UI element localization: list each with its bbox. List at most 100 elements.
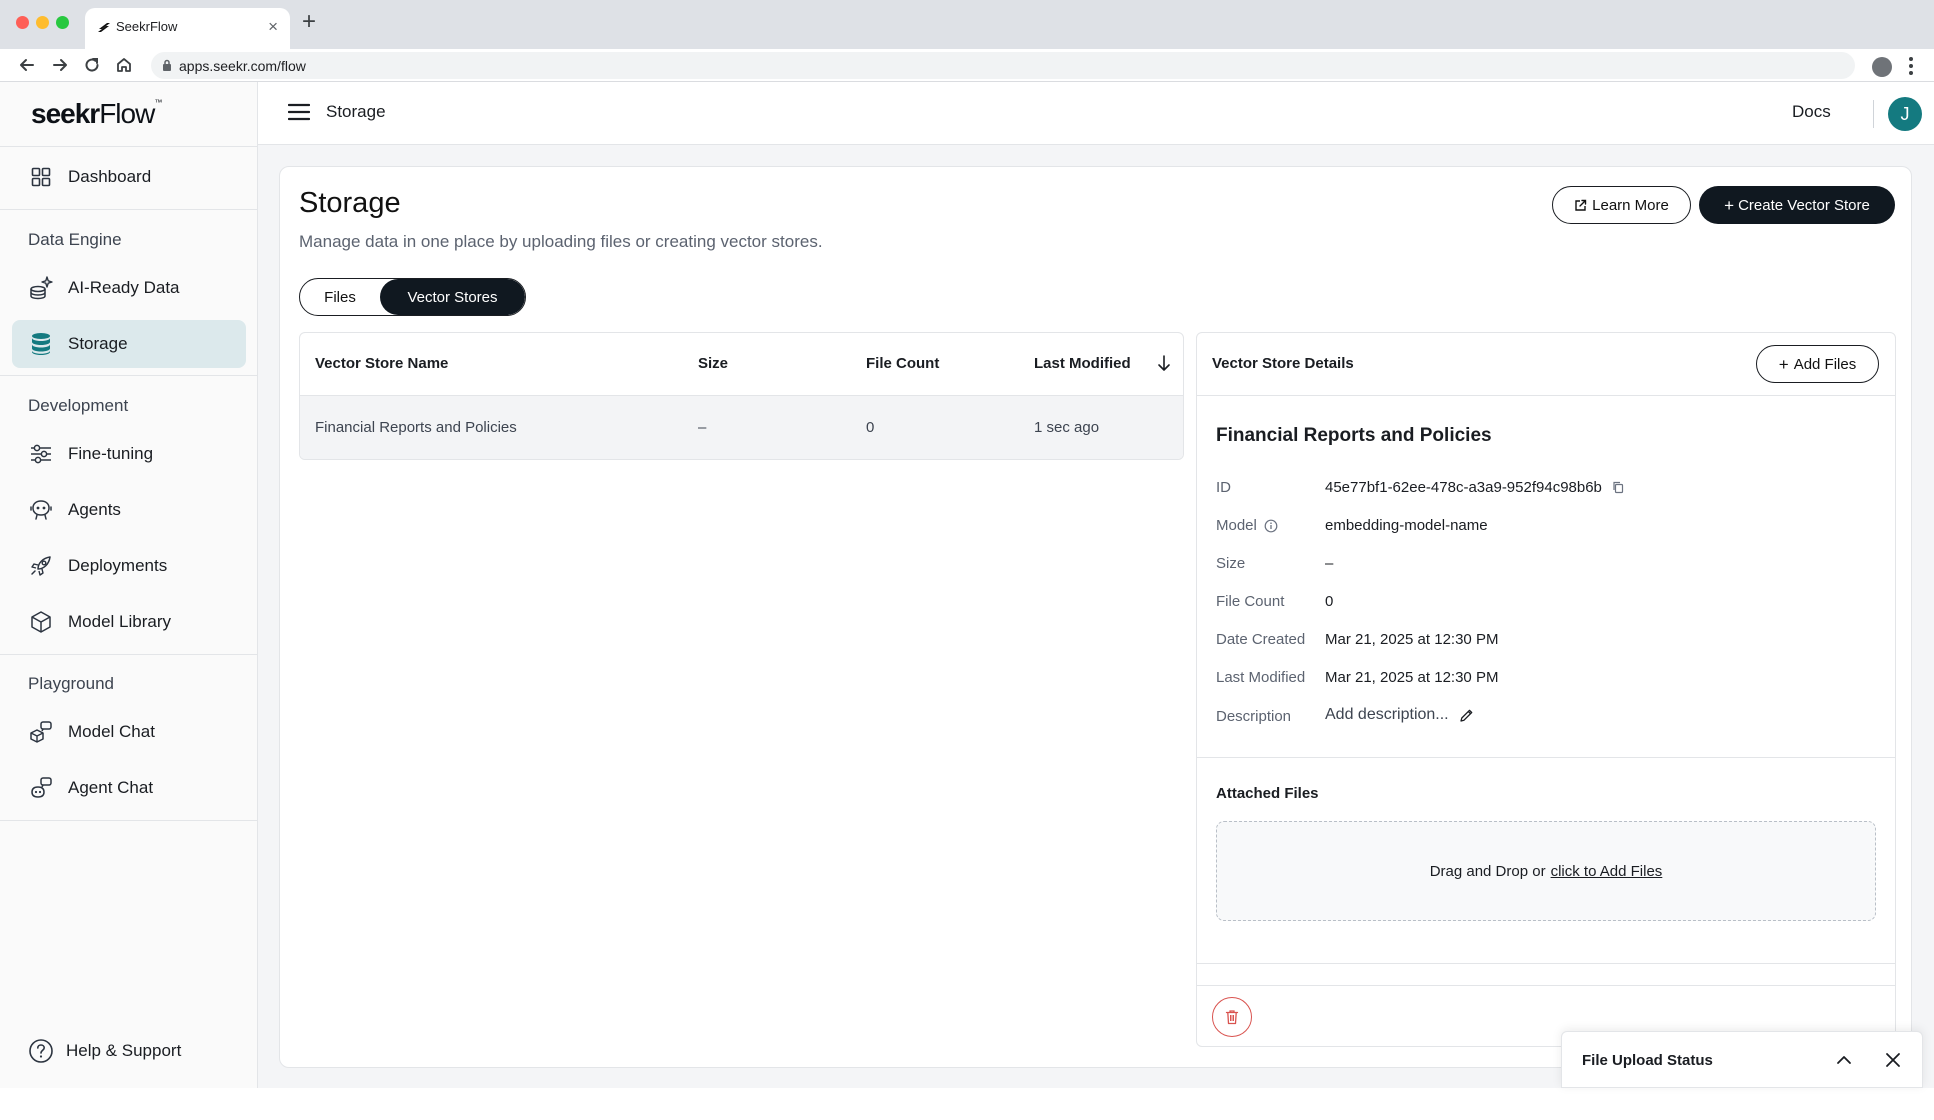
last-modified-value: Mar 21, 2025 at 12:30 PM	[1325, 669, 1499, 686]
cell-size: –	[698, 419, 707, 436]
rocket-icon	[28, 553, 54, 579]
sidebar-item-fine-tuning[interactable]: Fine-tuning	[12, 430, 246, 478]
chevron-up-icon[interactable]	[1835, 1051, 1853, 1069]
seekr-favicon-icon	[97, 21, 111, 33]
user-avatar[interactable]: J	[1888, 97, 1922, 131]
forward-arrow-icon[interactable]	[51, 56, 69, 74]
tab-close-icon[interactable]: ×	[268, 17, 278, 37]
sidebar-item-label: Deployments	[68, 556, 168, 575]
date-created-label: Date Created	[1216, 631, 1306, 648]
back-arrow-icon[interactable]	[18, 56, 36, 74]
file-count-label: File Count	[1216, 593, 1285, 610]
browser-profile-avatar[interactable]	[1872, 57, 1892, 77]
file-count-value: 0	[1325, 593, 1334, 610]
window-minimize-button[interactable]	[36, 16, 49, 29]
breadcrumb: Storage	[326, 102, 386, 121]
description-edit[interactable]: Add description...	[1325, 706, 1474, 724]
sidebar: seekrFlow™ Dashboard Data Engine AI-Read…	[0, 82, 258, 1088]
sidebar-item-ai-ready-data[interactable]: AI-Ready Data	[12, 264, 246, 312]
sidebar-item-label: Agent Chat	[68, 778, 154, 797]
size-label: Size	[1216, 555, 1246, 572]
sort-arrow-down-icon[interactable]	[1157, 355, 1171, 372]
info-icon[interactable]	[1264, 519, 1278, 533]
reload-icon[interactable]	[83, 56, 101, 74]
add-files-label: Add Files	[1793, 355, 1857, 373]
agent-robot-icon	[28, 497, 54, 523]
help-circle-icon	[28, 1038, 54, 1064]
browser-toolbar: apps.seekr.com/flow	[0, 49, 1934, 82]
address-bar[interactable]: apps.seekr.com/flow	[151, 52, 1855, 79]
copy-icon[interactable]	[1612, 481, 1624, 494]
column-header-name[interactable]: Vector Store Name	[315, 355, 448, 372]
table-row[interactable]: Financial Reports and Policies – 0 1 sec…	[300, 396, 1183, 459]
storage-tabs: Files Vector Stores	[299, 278, 526, 316]
plus-icon: +	[1778, 354, 1789, 374]
dropzone-text: Drag and Drop or	[1429, 862, 1546, 880]
details-title: Vector Store Details	[1212, 355, 1354, 372]
column-header-size[interactable]: Size	[698, 355, 728, 372]
column-header-last-modified[interactable]: Last Modified	[1034, 355, 1131, 372]
sidebar-item-model-chat[interactable]: Model Chat	[12, 708, 246, 756]
browser-tab-title: SeekrFlow	[116, 19, 178, 34]
sidebar-item-agents[interactable]: Agents	[12, 486, 246, 534]
pencil-edit-icon[interactable]	[1459, 708, 1474, 723]
sidebar-item-agent-chat[interactable]: Agent Chat	[12, 764, 246, 812]
vector-store-table: Vector Store Name Size File Count Last M…	[299, 332, 1184, 460]
window-close-button[interactable]	[16, 16, 29, 29]
close-icon[interactable]	[1884, 1051, 1902, 1069]
vector-store-details-panel: Vector Store Details + Add Files Financi…	[1196, 332, 1896, 1047]
sidebar-item-deployments[interactable]: Deployments	[12, 542, 246, 590]
create-vector-store-button[interactable]: + Create Vector Store	[1699, 186, 1895, 224]
section-development: Development	[28, 396, 129, 415]
browser-tab[interactable]: SeekrFlow ×	[85, 8, 290, 49]
seekrflow-logo[interactable]: seekrFlow™	[31, 98, 162, 130]
date-created-value: Mar 21, 2025 at 12:30 PM	[1325, 631, 1499, 648]
sidebar-item-help-support[interactable]: Help & Support	[12, 1027, 246, 1075]
sidebar-item-dashboard[interactable]: Dashboard	[12, 153, 246, 201]
sidebar-item-model-library[interactable]: Model Library	[12, 598, 246, 646]
model-label: Model	[1216, 517, 1278, 534]
table-header: Vector Store Name Size File Count Last M…	[300, 333, 1183, 396]
sidebar-item-label: Model Library	[68, 612, 171, 631]
trash-icon	[1225, 1009, 1239, 1025]
database-icon	[28, 331, 54, 357]
description-label: Description	[1216, 708, 1292, 725]
sidebar-item-label: Storage	[68, 334, 128, 353]
click-to-add-files-link[interactable]: click to Add Files	[1551, 863, 1663, 880]
tab-files[interactable]: Files	[300, 279, 380, 315]
cell-last-modified: 1 sec ago	[1034, 419, 1100, 436]
tab-vector-stores[interactable]: Vector Stores	[380, 279, 525, 315]
upload-status-title: File Upload Status	[1582, 1052, 1713, 1069]
column-header-file-count[interactable]: File Count	[866, 355, 939, 372]
delete-vector-store-button[interactable]	[1212, 997, 1252, 1037]
external-link-icon	[1574, 199, 1587, 212]
lock-icon	[162, 59, 172, 72]
create-vector-store-label: Create Vector Store	[1738, 196, 1870, 214]
new-tab-icon[interactable]: +	[302, 10, 316, 34]
sidebar-item-label: Dashboard	[68, 167, 152, 186]
id-value: 45e77bf1-62ee-478c-a3a9-952f94c98b6b	[1325, 479, 1624, 496]
hamburger-menu-icon[interactable]	[288, 102, 310, 122]
home-icon[interactable]	[115, 56, 133, 74]
cell-name: Financial Reports and Policies	[315, 419, 517, 436]
section-playground: Playground	[28, 674, 115, 693]
add-files-button[interactable]: + Add Files	[1756, 345, 1879, 383]
size-value: –	[1325, 555, 1334, 572]
description-placeholder: Add description...	[1325, 706, 1449, 723]
sidebar-item-storage[interactable]: Storage	[12, 320, 246, 368]
page-title: Storage	[299, 187, 401, 219]
learn-more-label: Learn More	[1592, 196, 1669, 214]
window-zoom-button[interactable]	[56, 16, 69, 29]
file-upload-status-panel: File Upload Status	[1561, 1031, 1923, 1088]
browser-tabbar: SeekrFlow × +	[0, 0, 1934, 49]
topbar-divider	[1873, 100, 1874, 128]
browser-menu-icon[interactable]	[1908, 56, 1914, 76]
learn-more-button[interactable]: Learn More	[1552, 186, 1691, 224]
page-subtitle: Manage data in one place by uploading fi…	[299, 232, 823, 251]
file-dropzone[interactable]: Drag and Drop or click to Add Files	[1216, 821, 1876, 921]
sidebar-item-label: Model Chat	[68, 722, 155, 741]
docs-link[interactable]: Docs	[1792, 102, 1831, 122]
cube-icon	[28, 609, 54, 635]
model-value: embedding-model-name	[1325, 517, 1488, 534]
sidebar-item-label: Help & Support	[66, 1041, 182, 1060]
